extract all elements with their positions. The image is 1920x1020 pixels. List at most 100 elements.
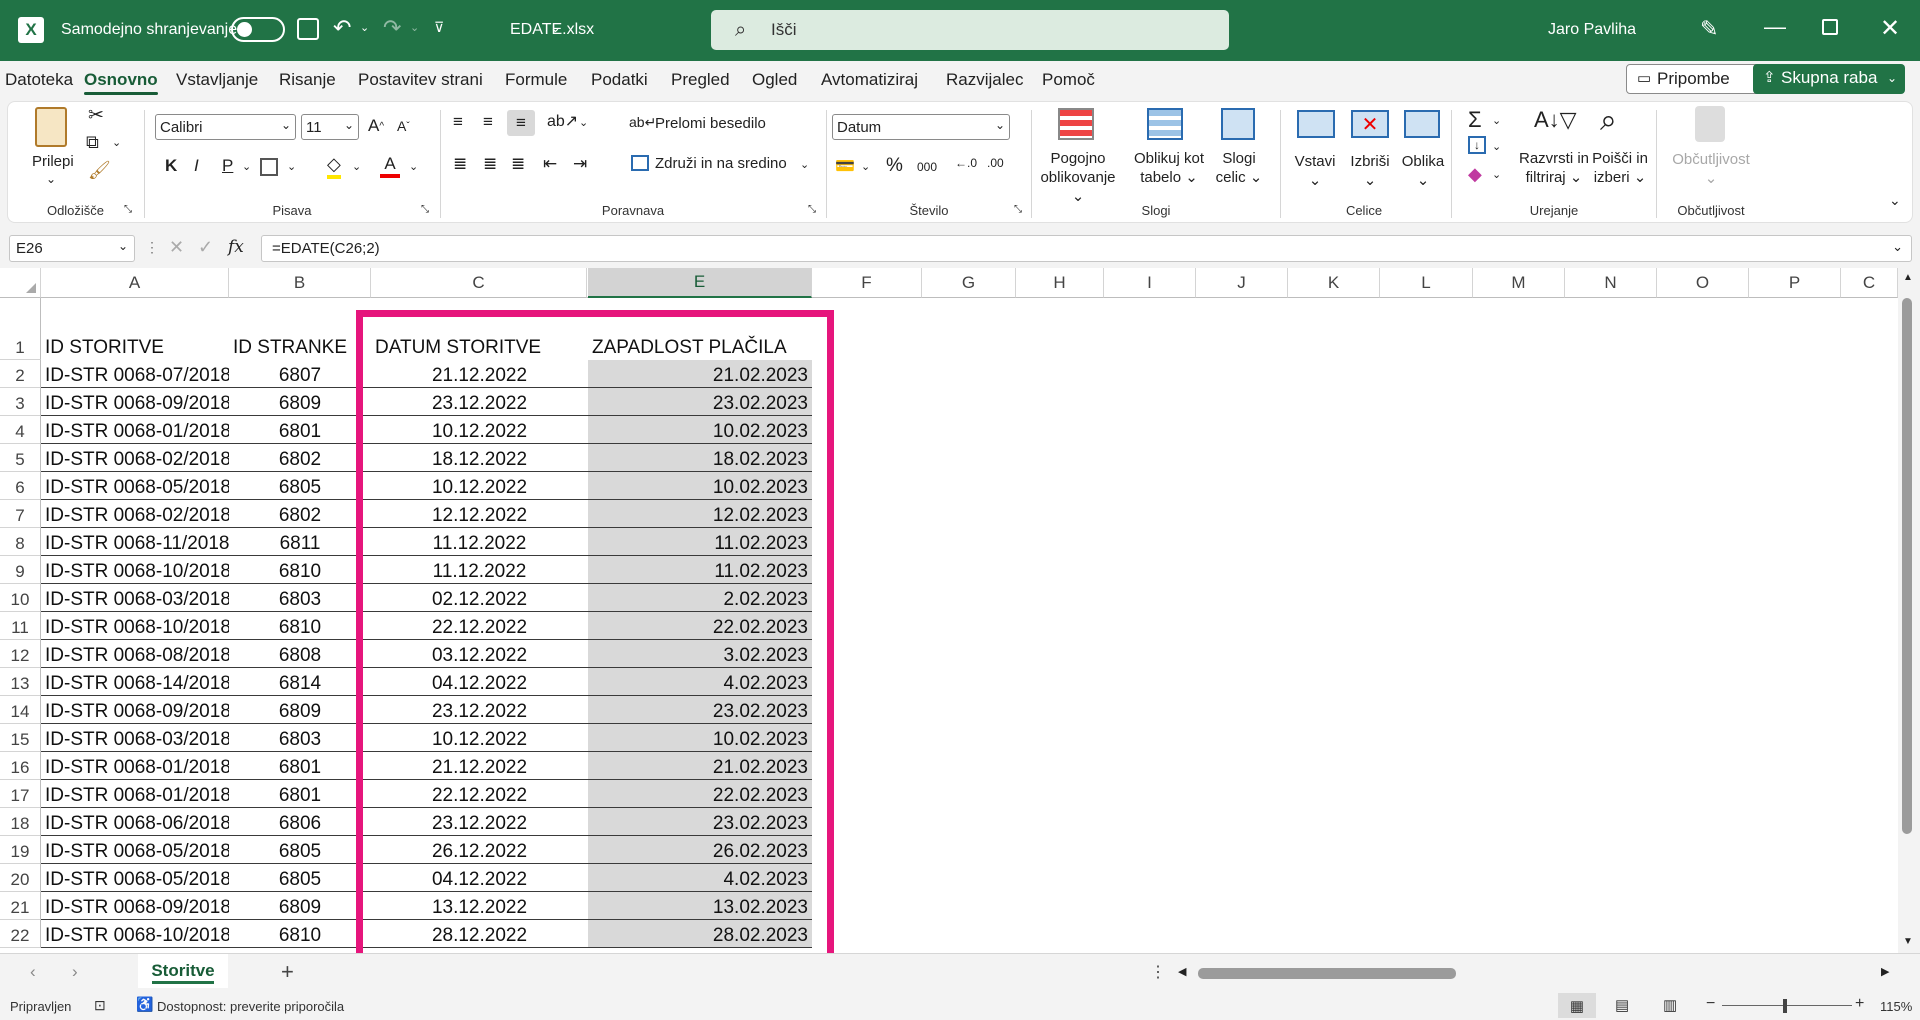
number-launcher-icon[interactable]: ⤡ <box>1014 204 1022 215</box>
cell-id-stranke[interactable]: 6806 <box>229 808 371 836</box>
cell-datum-storitve[interactable]: 04.12.2022 <box>371 668 588 696</box>
minimize-icon[interactable]: — <box>1764 14 1786 40</box>
cell-datum-storitve[interactable]: 11.12.2022 <box>371 528 588 556</box>
fill-color-icon[interactable]: ◇ <box>327 154 341 179</box>
row-header[interactable]: 6 <box>0 472 41 500</box>
wrap-text-icon[interactable]: ab↵ <box>629 114 656 131</box>
clipboard-launcher-icon[interactable]: ⤡ <box>124 204 132 215</box>
format-painter-icon[interactable]: 🖌 <box>88 160 111 181</box>
cell-zapadlost-placila[interactable]: 21.02.2023 <box>588 360 812 388</box>
font-size-select[interactable]: 11 ⌄ <box>301 114 359 140</box>
worksheet-grid[interactable]: ABCEFGHIJKLMNOPC 1 ID STORITVE ID STRANKE D… <box>0 268 1920 953</box>
bold-button[interactable]: K <box>165 156 177 176</box>
sensitivity-icon[interactable] <box>1695 106 1725 142</box>
sort-filter-label[interactable]: Razvrsti in filtriraj ⌄ <box>1512 149 1596 187</box>
tab-pregled[interactable]: Pregled <box>671 70 730 90</box>
cell-zapadlost-placila[interactable]: 13.02.2023 <box>588 892 812 920</box>
increase-font-icon[interactable]: A ^ <box>368 116 384 136</box>
cell-id-stranke[interactable]: 6809 <box>229 696 371 724</box>
merge-center-label[interactable]: Združi in na sredino <box>655 155 787 172</box>
increase-indent-icon[interactable]: ⇥ <box>573 154 587 174</box>
customize-toolbar-icon[interactable]: ⊽ <box>434 19 444 36</box>
autosave-toggle[interactable] <box>231 17 285 42</box>
comma-style-icon[interactable]: 000 <box>917 160 937 174</box>
cancel-entry-icon[interactable]: ✕ <box>169 237 184 258</box>
cell-id-storitve[interactable]: ID-STR 0068-05/2018 <box>41 864 229 892</box>
column-header[interactable]: J <box>1196 268 1288 298</box>
cell-datum-storitve[interactable]: 23.12.2022 <box>371 696 588 724</box>
cell-id-stranke[interactable]: 6814 <box>229 668 371 696</box>
cell-zapadlost-placila[interactable]: 21.02.2023 <box>588 752 812 780</box>
column-header[interactable]: F <box>812 268 922 298</box>
sheet-tab-storitve[interactable]: Storitve <box>138 954 228 988</box>
restore-icon[interactable] <box>1822 19 1838 35</box>
column-header[interactable]: M <box>1473 268 1565 298</box>
tab-formule[interactable]: Formule <box>505 70 567 90</box>
format-as-table-icon[interactable] <box>1147 108 1183 140</box>
formula-input[interactable]: =EDATE(C26;2) ⌄ <box>261 235 1912 262</box>
cell-id-storitve[interactable]: ID-STR 0068-09/2018 <box>41 388 229 416</box>
row-header[interactable]: 21 <box>0 892 41 920</box>
column-header[interactable]: C <box>371 268 587 298</box>
increase-decimal-icon[interactable]: ←.0 <box>955 156 977 170</box>
formula-options-icon[interactable]: ⋮ <box>145 239 159 256</box>
alignment-launcher-icon[interactable]: ⤡ <box>808 204 816 215</box>
decrease-decimal-icon[interactable]: .00 <box>987 156 1004 170</box>
paste-icon[interactable] <box>35 107 67 147</box>
format-as-table-label[interactable]: Oblikuj kot tabelo ⌄ <box>1132 149 1206 187</box>
cell-id-storitve[interactable]: ID-STR 0068-01/2018 <box>41 752 229 780</box>
cell-zapadlost-placila[interactable]: 22.02.2023 <box>588 780 812 808</box>
cell-id-stranke[interactable]: 6802 <box>229 444 371 472</box>
user-name[interactable]: Jaro Pavliha <box>1548 21 1636 39</box>
clear-chevron-icon[interactable]: ⌄ <box>1492 168 1501 181</box>
column-header[interactable]: B <box>229 268 371 298</box>
cell-id-storitve[interactable]: ID-STR 0068-05/2018 <box>41 836 229 864</box>
zoom-out-icon[interactable]: − <box>1706 995 1715 1013</box>
format-cells-label[interactable]: Oblika ⌄ <box>1393 152 1453 190</box>
column-header[interactable]: I <box>1104 268 1196 298</box>
scroll-left-icon[interactable]: ◀ <box>1178 965 1186 978</box>
decrease-font-icon[interactable]: Aˇ <box>397 118 410 134</box>
cell-zapadlost-placila[interactable]: 23.02.2023 <box>588 808 812 836</box>
page-break-icon[interactable]: ▥ <box>1663 996 1677 1014</box>
number-format-select[interactable]: Datum ⌄ <box>832 114 1010 140</box>
row-header[interactable]: 20 <box>0 864 41 892</box>
filename-chevron-icon[interactable]: ⌄ <box>550 20 561 36</box>
cell-datum-storitve[interactable]: 18.12.2022 <box>371 444 588 472</box>
align-middle-icon[interactable]: ≡ <box>483 112 493 132</box>
accessibility-status[interactable]: Dostopnost: preverite priporočila <box>157 999 344 1014</box>
cell-datum-storitve[interactable]: 28.12.2022 <box>371 920 588 948</box>
conditional-formatting-icon[interactable] <box>1058 108 1094 140</box>
pen-icon[interactable]: ✎ <box>1700 16 1718 42</box>
accounting-format-icon[interactable]: 💳 <box>835 156 855 176</box>
cell-styles-label[interactable]: Slogi celic ⌄ <box>1214 149 1264 187</box>
cell-id-storitve[interactable]: ID-STR 0068-11/2018 <box>41 528 229 556</box>
row-header[interactable]: 19 <box>0 836 41 864</box>
cell-id-stranke[interactable]: 6801 <box>229 416 371 444</box>
cell-id-storitve[interactable]: ID-STR 0068-10/2018 <box>41 920 229 948</box>
cell-zapadlost-placila[interactable]: 4.02.2023 <box>588 668 812 696</box>
scroll-up-icon[interactable]: ▲ <box>1903 272 1913 283</box>
borders-chevron-icon[interactable]: ⌄ <box>287 160 296 173</box>
align-left-icon[interactable]: ≣ <box>453 154 467 174</box>
sensitivity-label[interactable]: Občutljivost ⌄ <box>1659 150 1763 188</box>
column-header[interactable]: L <box>1380 268 1473 298</box>
wrap-text-label[interactable]: Prelomi besedilo <box>655 115 766 132</box>
cell-id-stranke[interactable]: 6803 <box>229 724 371 752</box>
row-header[interactable]: 11 <box>0 612 41 640</box>
confirm-entry-icon[interactable]: ✓ <box>198 237 213 258</box>
cell-datum-storitve[interactable]: 10.12.2022 <box>371 416 588 444</box>
tab-razvijalec[interactable]: Razvijalec <box>946 70 1023 90</box>
cell-zapadlost-placila[interactable]: 10.02.2023 <box>588 724 812 752</box>
row-header[interactable]: 8 <box>0 528 41 556</box>
row-header[interactable]: 5 <box>0 444 41 472</box>
borders-icon[interactable] <box>260 158 278 176</box>
scroll-right-icon[interactable]: ▶ <box>1881 965 1889 978</box>
copy-icon[interactable]: ⧉ <box>86 132 99 153</box>
cell-zapadlost-placila[interactable]: 23.02.2023 <box>588 388 812 416</box>
tab-ogled[interactable]: Ogled <box>752 70 797 90</box>
cell-id-stranke[interactable]: 6810 <box>229 612 371 640</box>
cell-id-storitve[interactable]: ID-STR 0068-03/2018 <box>41 584 229 612</box>
horizontal-scroll-thumb[interactable] <box>1198 968 1456 979</box>
autosum-chevron-icon[interactable]: ⌄ <box>1492 114 1501 127</box>
